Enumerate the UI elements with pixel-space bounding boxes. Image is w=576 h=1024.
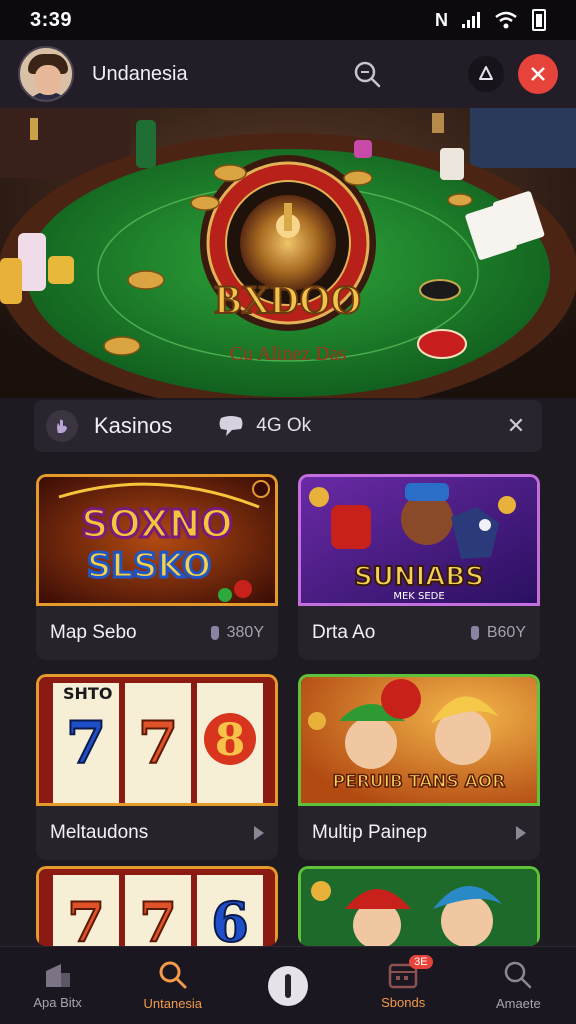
- svg-text:6: 6: [211, 890, 249, 946]
- game-card[interactable]: 7 7 6: [36, 866, 278, 946]
- nav-label: Sbonds: [381, 995, 426, 1010]
- nav-item-search[interactable]: Untanesia: [123, 960, 223, 1011]
- nav-item-apps[interactable]: Apa Bitx: [8, 961, 108, 1010]
- svg-text:7: 7: [67, 890, 105, 946]
- game-title: Meltaudons: [50, 822, 149, 843]
- art-title-2: MEK SEDE: [393, 591, 444, 602]
- avatar[interactable]: [18, 46, 74, 102]
- bell-icon: [479, 66, 493, 80]
- game-thumbnail: 7 7 6: [36, 866, 278, 946]
- game-card[interactable]: PERUIB TANS AOR Multip Painep: [298, 674, 540, 860]
- search-icon: [505, 961, 532, 989]
- nav-item-explore[interactable]: Amaete: [468, 960, 568, 1011]
- game-card[interactable]: SUNIABS MEK SEDE Drta Ao B60Y: [298, 474, 540, 660]
- wifi-icon: [495, 11, 517, 29]
- nav-item-bonds[interactable]: 3E Sbonds: [353, 955, 453, 1010]
- status-bar: 3:39 N: [0, 0, 576, 40]
- game-thumbnail: SHTO 7 7 8: [36, 674, 278, 806]
- hand-icon: [57, 419, 67, 433]
- nav-label: Apa Bitx: [33, 995, 82, 1010]
- table-text: Cu Alinez Das: [230, 343, 347, 365]
- filter-label[interactable]: Kasinos: [94, 413, 172, 439]
- game-card[interactable]: [298, 866, 540, 946]
- roulette-table-image: BXDOO Cu Alinez Das: [0, 108, 576, 398]
- game-thumbnail: SUNIABS MEK SEDE: [298, 474, 540, 606]
- svg-text:8: 8: [215, 715, 246, 766]
- filter-close-button[interactable]: ✕: [502, 413, 530, 439]
- online-count: 4G Ok: [256, 415, 312, 436]
- center-button[interactable]: [267, 965, 308, 1006]
- game-card[interactable]: SOXNO SLSKO Map Sebo 380Y: [36, 474, 278, 660]
- notification-button[interactable]: [468, 56, 504, 92]
- close-button[interactable]: [518, 54, 558, 94]
- gem-icon: [210, 626, 219, 640]
- svg-text:7: 7: [66, 709, 106, 777]
- art-title-1: SUNIABS: [354, 562, 484, 592]
- info-icon: [284, 973, 291, 998]
- filter-category-button[interactable]: [46, 410, 78, 442]
- app-header: Undanesia: [0, 40, 576, 108]
- bottom-nav: Apa Bitx Untanesia 3E Sbonds Amaete: [0, 946, 576, 1024]
- gem-icon: [470, 626, 479, 640]
- battery-icon: [532, 9, 546, 31]
- game-card[interactable]: SHTO 7 7 8 Meltaudons: [36, 674, 278, 860]
- art-title-2: SLSKO: [87, 546, 211, 586]
- game-thumbnail: PERUIB TANS AOR: [298, 674, 540, 806]
- art-title-1: SOXNO: [81, 502, 233, 546]
- game-value-text: 380Y: [226, 624, 264, 641]
- game-title: Map Sebo: [50, 622, 137, 643]
- svg-text:7: 7: [138, 709, 178, 777]
- game-value: 380Y: [210, 624, 264, 642]
- building-icon: [45, 964, 70, 987]
- game-value: B60Y: [470, 624, 526, 642]
- header-title: Undanesia: [92, 62, 188, 85]
- nfc-icon: N: [435, 9, 448, 30]
- game-value-text: B60Y: [486, 624, 526, 641]
- notification-badge: 3E: [409, 955, 433, 969]
- play-arrow-icon[interactable]: [516, 826, 526, 840]
- nav-item-center[interactable]: [238, 965, 338, 1006]
- status-icons: N: [435, 9, 546, 31]
- nav-label: Amaete: [495, 996, 541, 1011]
- svg-text:7: 7: [139, 890, 177, 946]
- status-time: 3:39: [30, 8, 73, 31]
- search-icon: [159, 961, 187, 989]
- nav-label: Untanesia: [143, 996, 203, 1011]
- play-arrow-icon[interactable]: [254, 826, 264, 840]
- game-title: Multip Painep: [312, 822, 428, 843]
- hero-banner[interactable]: BXDOO Cu Alinez Das: [0, 108, 576, 398]
- game-thumbnail: SOXNO SLSKO: [36, 474, 278, 606]
- game-thumbnail: [298, 866, 540, 946]
- game-title: Drta Ao: [312, 622, 376, 643]
- wheel-text: BXDOO: [215, 277, 362, 322]
- signal-icon: [462, 12, 480, 28]
- search-icon[interactable]: [352, 59, 382, 89]
- close-icon: [531, 67, 545, 81]
- art-title-1: SHTO: [63, 684, 112, 703]
- chat-icon[interactable]: [218, 415, 244, 437]
- filter-bar: Kasinos 4G Ok ✕: [34, 400, 542, 452]
- art-title-1: PERUIB TANS AOR: [333, 772, 506, 792]
